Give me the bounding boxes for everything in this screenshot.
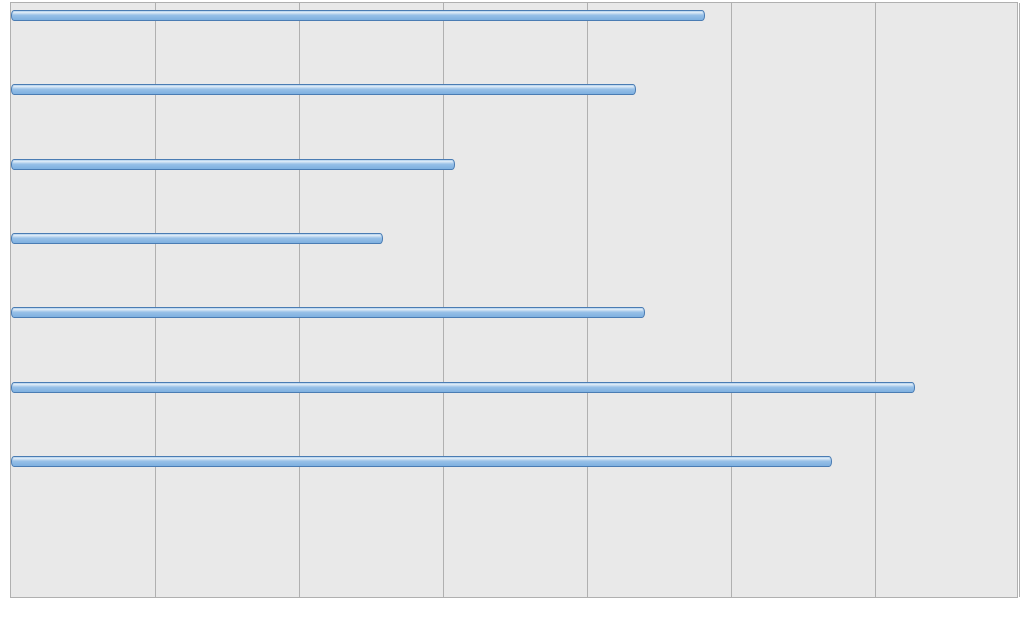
bar: [11, 233, 383, 244]
bar: [11, 382, 915, 393]
gridline: [731, 3, 732, 597]
gridline: [875, 3, 876, 597]
gridline: [1019, 3, 1020, 597]
bar: [11, 307, 645, 318]
bar: [11, 10, 705, 21]
bar: [11, 159, 455, 170]
bar: [11, 84, 636, 95]
plot-area: [10, 2, 1018, 598]
bar: [11, 456, 832, 467]
bar-chart: [0, 0, 1023, 637]
